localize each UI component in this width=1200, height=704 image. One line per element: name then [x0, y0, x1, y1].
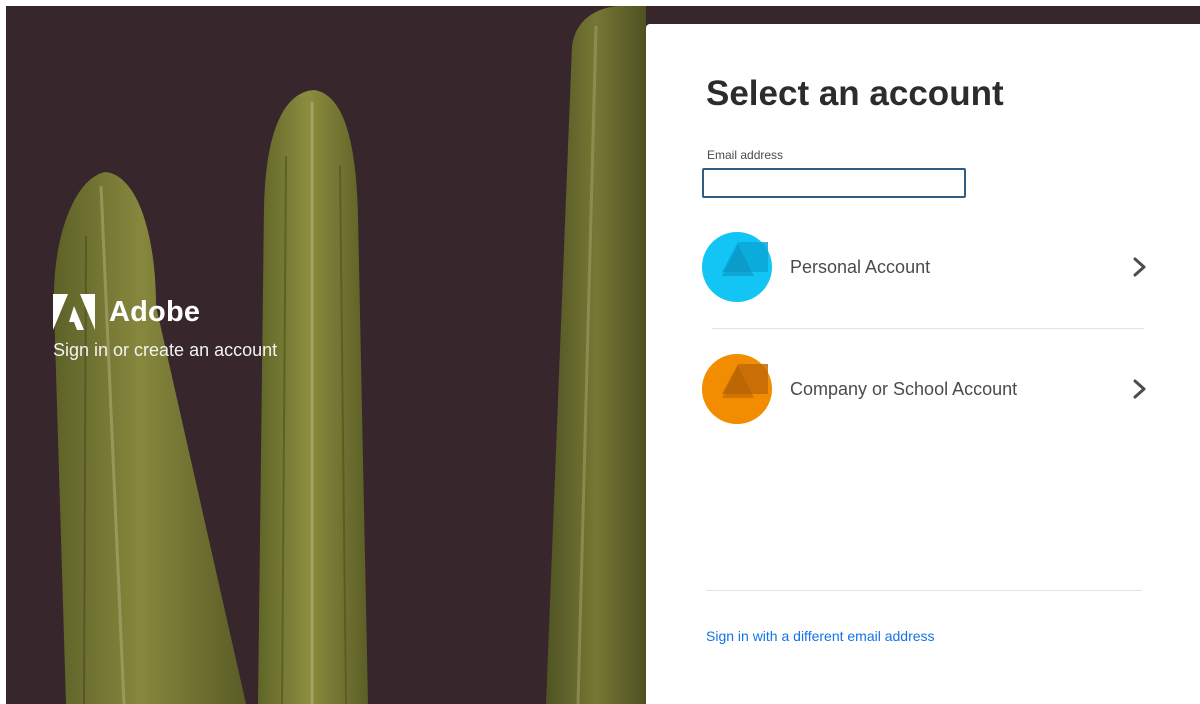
email-label: Email address	[707, 148, 784, 162]
sign-in-screen: Adobe Sign in or create an account Selec…	[0, 0, 1200, 704]
page-title: Select an account	[706, 74, 1004, 113]
brand-tagline: Sign in or create an account	[53, 340, 278, 360]
chevron-right-icon	[1133, 379, 1146, 399]
chevron-right-icon	[1133, 257, 1146, 277]
personal-account-label: Personal Account	[790, 256, 931, 277]
adobe-logo-icon	[53, 294, 95, 330]
personal-account-avatar-icon	[702, 232, 772, 302]
account-divider	[712, 328, 1144, 329]
company-account-avatar-icon	[702, 354, 772, 424]
personal-account-option[interactable]: Personal Account	[702, 230, 1150, 304]
brand-block: Adobe Sign in or create an account	[53, 294, 277, 361]
different-email-link[interactable]: Sign in with a different email address	[706, 628, 935, 644]
company-account-label: Company or School Account	[790, 378, 1018, 399]
email-input[interactable]	[702, 168, 966, 198]
brand-row: Adobe	[53, 294, 277, 330]
brand-name: Adobe	[109, 295, 201, 328]
footer-divider	[706, 590, 1142, 591]
company-account-option[interactable]: Company or School Account	[702, 352, 1150, 426]
account-selection-panel: Select an account Email address Personal…	[646, 24, 1200, 704]
